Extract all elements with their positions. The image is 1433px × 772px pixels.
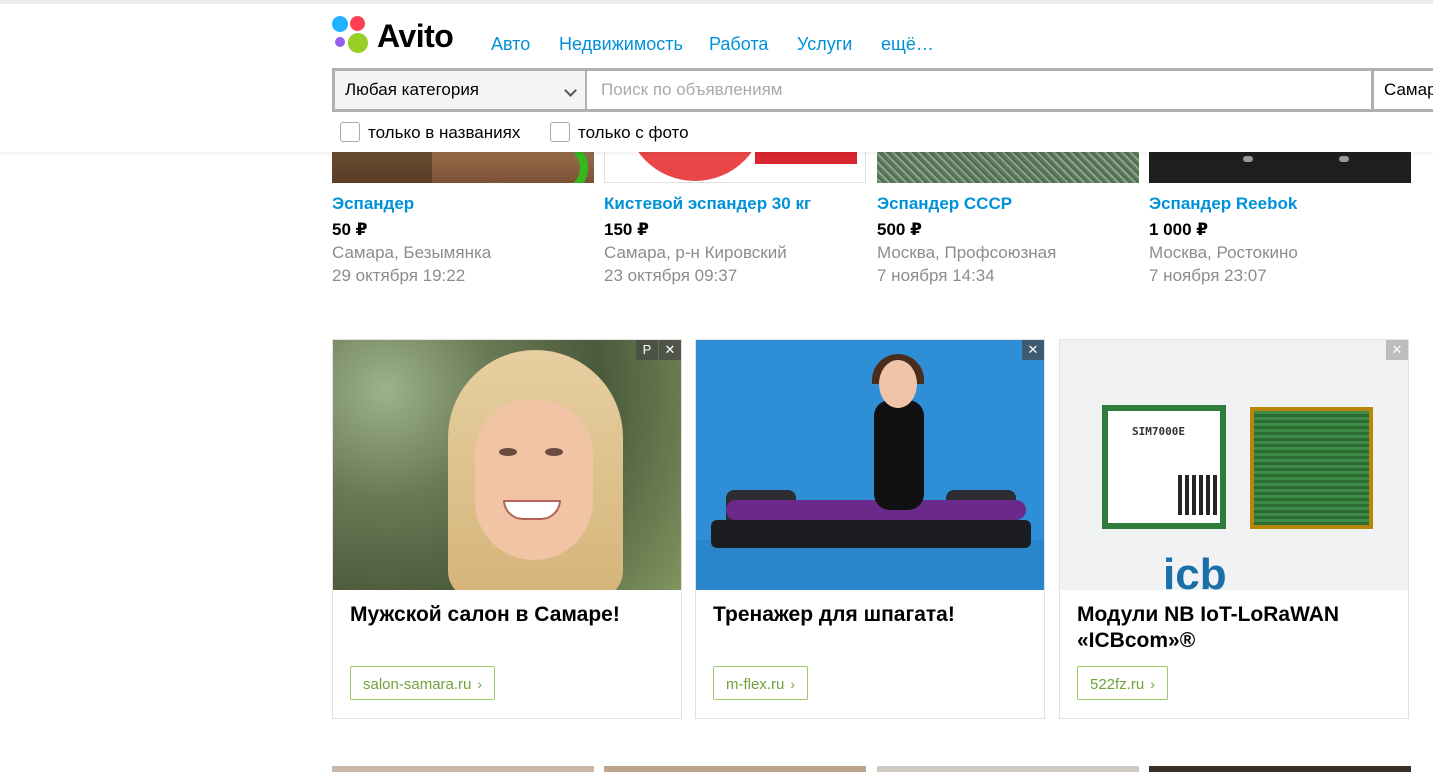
listing-price: 500 ₽	[877, 220, 922, 239]
city-field[interactable]: Самар	[1371, 71, 1433, 109]
chevron-down-icon	[564, 84, 577, 97]
logo-text: Avito	[377, 18, 454, 54]
ad-card[interactable]: ✕ Тренажер для шпагата! m-flex.ru ›	[695, 339, 1045, 719]
ad-link-text: salon-samara.ru	[363, 676, 472, 693]
close-icon[interactable]: ✕	[1386, 340, 1408, 360]
ad-headline[interactable]: Тренажер для шпагата!	[713, 602, 1028, 628]
listing-title[interactable]: Эспандер	[332, 193, 414, 215]
logo-dots-icon	[332, 16, 372, 56]
ad-badge: Р	[636, 340, 658, 360]
listing-date: 7 ноября 23:07	[1149, 266, 1267, 285]
listing-date: 23 октября 09:37	[604, 266, 738, 285]
page: Эспандер 50 ₽ Самара, Безымянка 29 октяб…	[0, 0, 1433, 772]
nav-auto[interactable]: Авто	[491, 32, 530, 56]
chevron-right-icon: ›	[477, 676, 483, 692]
ad-controls: ✕	[1021, 340, 1044, 360]
brand-logo: icb	[1163, 550, 1227, 590]
ad-image[interactable]: SIM7000E icb	[1060, 340, 1408, 590]
listing-thumbnail[interactable]	[604, 766, 866, 772]
search-bar: Любая категория Самар	[332, 68, 1433, 112]
close-icon[interactable]: ✕	[1022, 340, 1044, 360]
listing-location: Москва, Ростокино	[1149, 243, 1298, 262]
close-icon[interactable]: ✕	[659, 340, 681, 360]
listing-location: Самара, р-н Кировский	[604, 243, 787, 262]
nav-more[interactable]: ещё…	[881, 32, 934, 56]
ad-image[interactable]	[333, 340, 681, 590]
listing-date: 29 октября 19:22	[332, 266, 466, 285]
category-select-value: Любая категория	[345, 80, 480, 99]
ad-image[interactable]	[696, 340, 1044, 590]
checkbox-title-only[interactable]	[340, 122, 360, 142]
chevron-right-icon: ›	[1150, 676, 1155, 692]
listing-title[interactable]: Эспандер СССР	[877, 193, 1012, 215]
ad-card[interactable]: Р ✕ Мужской салон в Самаре! salon-samara…	[332, 339, 682, 719]
site-header: Avito Авто Недвижимость Работа Услуги ещ…	[0, 0, 1433, 152]
avito-logo[interactable]: Avito	[332, 16, 472, 58]
chip-label: SIM7000E	[1132, 425, 1185, 438]
filter-with-photo-label: только с фото	[578, 123, 689, 142]
nav-realty[interactable]: Недвижимость	[559, 32, 683, 56]
listing-location: Самара, Безымянка	[332, 243, 492, 262]
ad-card[interactable]: SIM7000E icb ✕ Модули NB IoT-LoRaWAN «IC…	[1059, 339, 1409, 719]
listing-date: 7 ноября 14:34	[877, 266, 995, 285]
ad-link-button[interactable]: salon-samara.ru ›	[350, 666, 496, 700]
chevron-right-icon: ›	[790, 676, 796, 692]
ad-link-button[interactable]: 522fz.ru ›	[1077, 666, 1168, 700]
nav-jobs[interactable]: Работа	[709, 32, 768, 56]
listing-price: 50 ₽	[332, 220, 368, 239]
listing-thumbnail[interactable]	[1149, 766, 1411, 772]
listing-card[interactable]: Эспандер СССР 500 ₽ Москва, Профсоюзная …	[877, 130, 1139, 290]
ad-controls: Р ✕	[635, 340, 681, 360]
filter-title-only-label: только в названиях	[368, 123, 521, 142]
ad-link-text: m-flex.ru	[726, 676, 785, 693]
listing-price: 150 ₽	[604, 220, 649, 239]
ad-link-button[interactable]: m-flex.ru ›	[713, 666, 809, 700]
ad-link-text: 522fz.ru	[1090, 676, 1145, 693]
listing-title[interactable]: Кистевой эспандер 30 кг	[604, 193, 811, 215]
listing-card[interactable]: Кистевой эспандер 30 кг 150 ₽ Самара, р-…	[604, 130, 866, 290]
ad-controls: ✕	[1385, 340, 1408, 360]
checkbox-with-photo[interactable]	[550, 122, 570, 142]
listing-thumbnail[interactable]	[877, 766, 1139, 772]
category-select[interactable]: Любая категория	[335, 71, 587, 109]
listing-card[interactable]: Эспандер 50 ₽ Самара, Безымянка 29 октяб…	[332, 130, 594, 290]
ad-headline[interactable]: Модули NB IoT-LoRaWAN «ICBcom»®	[1077, 602, 1392, 654]
ad-headline[interactable]: Мужской салон в Самаре!	[350, 602, 665, 628]
pcb-module	[1250, 407, 1373, 529]
listing-card[interactable]: Эспандер Reebok 1 000 ₽ Москва, Ростокин…	[1149, 130, 1411, 290]
listing-price: 1 000 ₽	[1149, 220, 1209, 239]
nav-services[interactable]: Услуги	[797, 32, 852, 56]
listing-title[interactable]: Эспандер Reebok	[1149, 193, 1297, 215]
search-input[interactable]	[589, 71, 1371, 109]
listing-thumbnail[interactable]	[332, 766, 594, 772]
chip-module: SIM7000E	[1102, 405, 1226, 529]
listing-location: Москва, Профсоюзная	[877, 243, 1057, 262]
